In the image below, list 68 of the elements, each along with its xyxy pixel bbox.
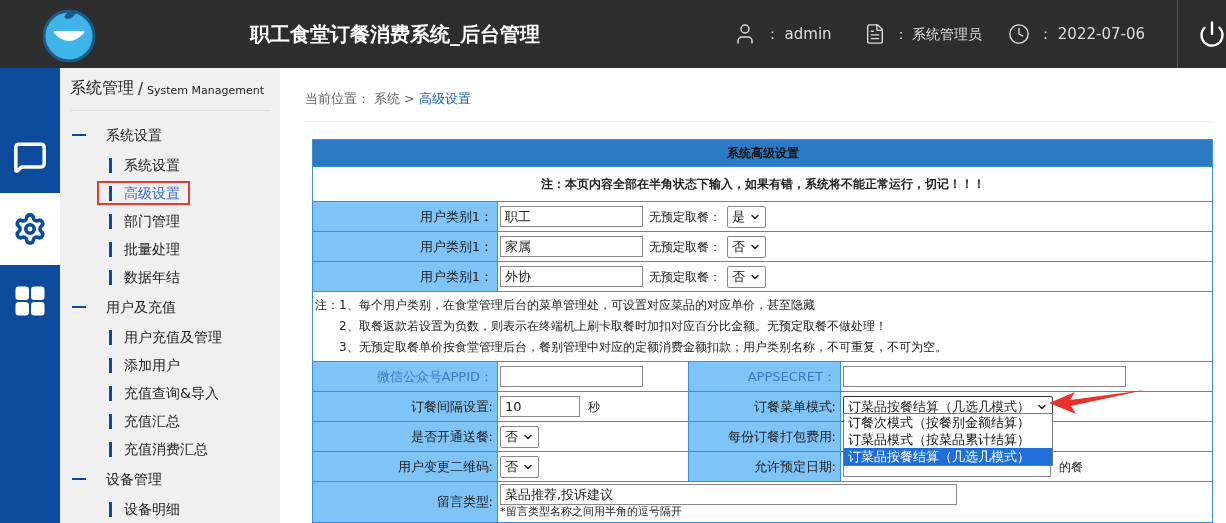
select-field[interactable]: 否	[727, 265, 766, 288]
sidebar-item[interactable]: 高级设置	[97, 181, 190, 205]
power-icon	[1198, 20, 1226, 48]
sidebar-item[interactable]: 系统设置	[97, 153, 190, 177]
sidebar-item[interactable]: 设备明细	[97, 497, 190, 521]
field-label: 用户类别1：	[313, 232, 498, 261]
user-name: ： admin	[764, 23, 832, 45]
field-label: 每份订餐打包费用:	[689, 422, 841, 451]
user-role: ： 系统管理员	[893, 24, 983, 44]
sidebar-group[interactable]: 用户及充值	[106, 296, 176, 318]
clock-icon	[1008, 23, 1031, 45]
sidebar-item[interactable]: 批量处理	[97, 237, 190, 261]
breadcrumb-link[interactable]: 高级设置	[418, 88, 471, 109]
field-label: APPSECRET：	[689, 362, 841, 391]
select-field[interactable]: 否	[727, 235, 766, 258]
dropdown-option[interactable]: 订菜品模式（按菜品累计结算）	[844, 431, 1052, 448]
field-label: 订餐间隔设置:	[313, 392, 498, 421]
select-field[interactable]: 否	[500, 425, 539, 448]
grid-icon	[13, 284, 47, 318]
field-label: 留言类型:	[313, 482, 498, 522]
sidebar-item[interactable]: 添加用户	[97, 353, 190, 377]
chat-icon	[13, 140, 47, 174]
sidebar-subtitle: System Management	[147, 82, 265, 99]
field-label: 无预定取餐：	[649, 238, 721, 256]
note-text: 注：1、每个用户类别，在食堂管理后台的菜单管理处，可设置对应菜品的对应单价，甚至隐藏	[314, 297, 816, 314]
field-label: 无预定取餐：	[649, 268, 721, 286]
select-field[interactable]: 否	[500, 455, 539, 478]
sidebar-item[interactable]: 数据年结	[97, 265, 190, 289]
panel-title: 系统高级设置	[313, 140, 1212, 167]
sidebar-item[interactable]: 部门管理	[97, 209, 190, 233]
dropdown-option[interactable]: 订菜品按餐结算（几选几模式）	[844, 448, 1052, 465]
hint-text: *留言类型名称之间用半角的逗号隔开	[500, 505, 683, 518]
unit-text: 秒	[588, 398, 600, 416]
text-field[interactable]: 家属	[500, 236, 643, 257]
sidebar-item[interactable]: 用户充值及管理	[97, 325, 232, 349]
field-label: 微信公众号APPID：	[313, 362, 498, 391]
sidebar-group[interactable]: 设备管理	[106, 468, 162, 490]
current-date: ： 2022-07-06	[1038, 23, 1145, 45]
text-field[interactable]: 外协	[500, 266, 643, 287]
power-button[interactable]	[1198, 20, 1226, 48]
unit-text: 的餐	[1059, 458, 1083, 476]
select-field[interactable]: 是	[727, 205, 766, 228]
sidebar-title: 系统管理	[70, 77, 134, 99]
sidebar-item[interactable]: 充值汇总	[97, 409, 190, 433]
text-field[interactable]	[500, 366, 643, 387]
text-field[interactable]: 10	[500, 396, 580, 417]
field-label: 用户类别1：	[313, 202, 498, 231]
field-label: 允许预定日期:	[689, 452, 841, 481]
settings-icon	[13, 212, 47, 246]
field-label: 是否开通送餐:	[313, 422, 498, 451]
field-label: 无预定取餐：	[649, 208, 721, 226]
field-label: 用户类别1：	[313, 262, 498, 291]
text-field[interactable]	[843, 366, 1126, 387]
breadcrumb-separator: >	[404, 89, 415, 108]
field-label: 订餐菜单模式:	[689, 392, 841, 421]
text-field[interactable]: 职工	[500, 206, 643, 227]
arrow-icon	[1049, 390, 1145, 416]
note-text: 2、取餐返款若设置为负数，则表示在终端机上刷卡取餐时加扣对应百分比金额。无预定取餐不做处理！	[338, 318, 888, 335]
text-field[interactable]: 菜品推荐,投诉建议	[500, 484, 957, 505]
app-title: 职工食堂订餐消费系统_后台管理	[250, 21, 540, 48]
sidebar-item[interactable]: 充值查询&导入	[97, 381, 229, 405]
sidebar-group[interactable]: 系统设置	[106, 124, 162, 146]
slash-text: /	[138, 78, 144, 100]
breadcrumb-link[interactable]: 系统	[374, 88, 400, 109]
field-label: 用户变更二维码:	[313, 452, 498, 481]
sidebar-item[interactable]: 充值消费汇总	[97, 437, 218, 461]
note-text: 3、无预定取餐单价按食堂管理后台，餐别管理中对应的定额消费金额扣款；用户类别名称，不可重复，不可为空。	[338, 339, 948, 356]
breadcrumb-label: 当前位置：	[305, 89, 370, 108]
